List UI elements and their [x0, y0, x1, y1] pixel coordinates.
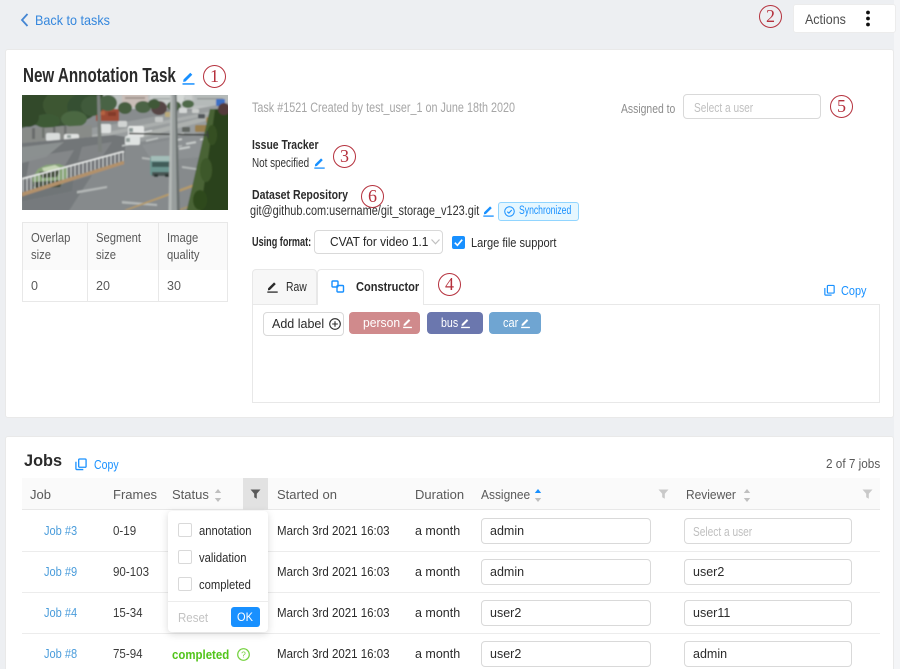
svg-text:?: ? [241, 650, 246, 660]
